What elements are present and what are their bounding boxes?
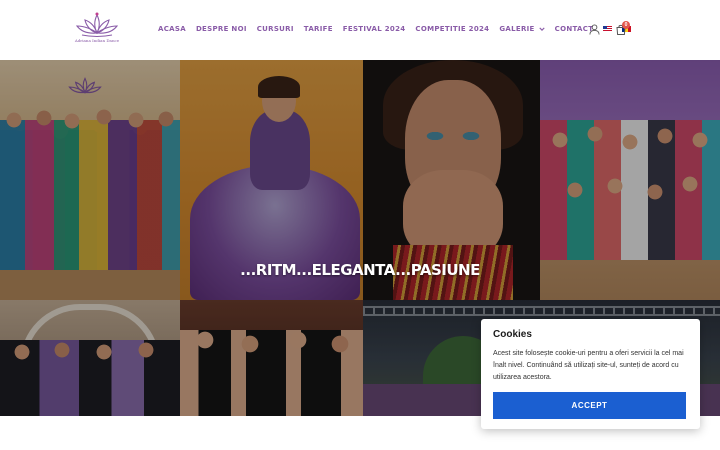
hero-tagline: ...RITM...ELEGANTA...PASIUNE: [240, 261, 480, 279]
nav-item-cursuri[interactable]: CURSURI: [257, 25, 294, 33]
site-logo[interactable]: Adriana Indian Dance: [74, 11, 120, 47]
nav-item-tarife[interactable]: TARIFE: [304, 25, 333, 33]
nav-item-despre-noi[interactable]: DESPRE NOI: [196, 25, 247, 33]
chevron-down-icon: [538, 27, 545, 31]
accept-cookies-button[interactable]: ACCEPT: [493, 392, 686, 419]
cookie-text: Acest site folosește cookie-uri pentru a…: [493, 350, 684, 381]
cookie-banner: Cookies Acest site folosește cookie-uri …: [481, 319, 700, 429]
nav-item-galerie-label: GALERIE: [499, 25, 535, 33]
user-account-icon[interactable]: [589, 24, 600, 35]
logo-text: Adriana Indian Dance: [74, 38, 120, 43]
lotus-logo-icon: [75, 12, 119, 38]
nav-item-galerie[interactable]: GALERIE: [499, 25, 545, 33]
nav-item-festival-2024[interactable]: FESTIVAL 2024: [343, 25, 406, 33]
cookie-title: Cookies: [493, 329, 532, 340]
site-header: Adriana Indian Dance ACASA DESPRE NOI CU…: [0, 0, 720, 60]
nav-item-competitie-2024[interactable]: COMPETITIE 2024: [415, 25, 489, 33]
us-flag-icon[interactable]: [603, 26, 613, 32]
main-nav: ACASA DESPRE NOI CURSURI TARIFE FESTIVAL…: [158, 22, 641, 36]
cart-count-badge: 0: [622, 21, 630, 29]
nav-item-contact[interactable]: CONTACT: [555, 25, 594, 33]
nav-item-acasa[interactable]: ACASA: [158, 25, 186, 33]
